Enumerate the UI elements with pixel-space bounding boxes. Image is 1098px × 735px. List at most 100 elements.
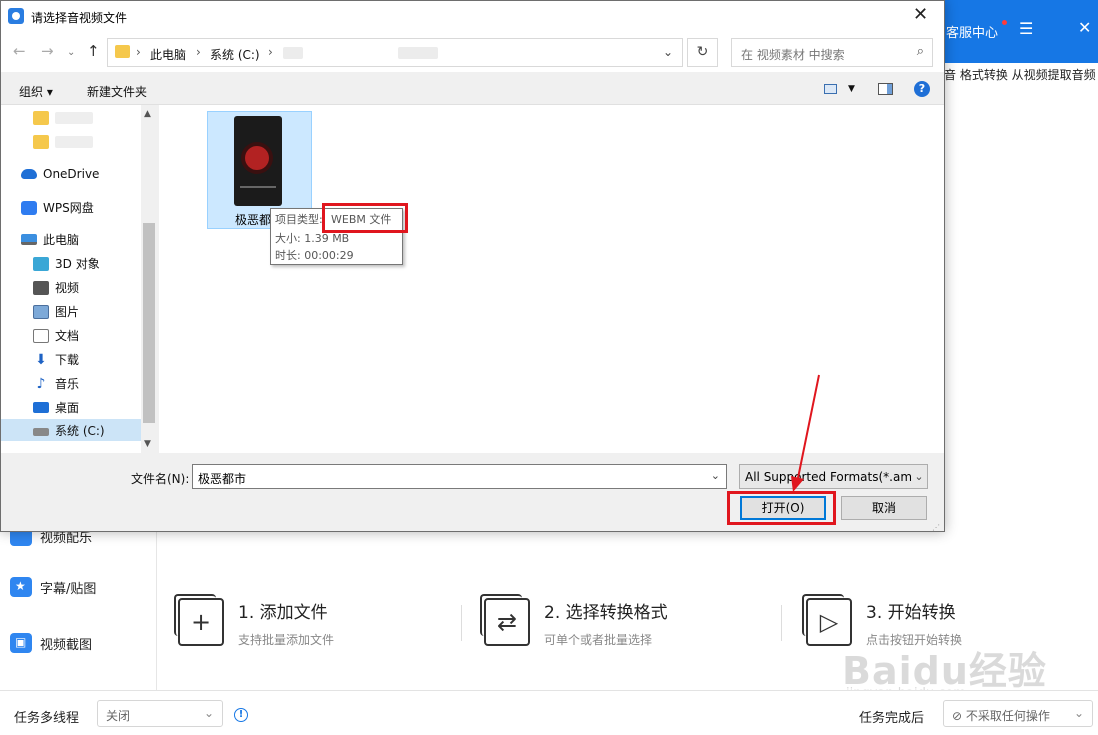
nav-item-downloads[interactable]: ⬇ 下载 — [33, 351, 79, 368]
sidebar-item-label: 视频截图 — [40, 637, 93, 653]
nav-pane-scrollbar[interactable]: ▲ ▼ — [141, 105, 157, 453]
scrollbar-thumb[interactable] — [143, 223, 155, 423]
forward-arrow-icon[interactable]: → — [41, 43, 54, 59]
filename-label: 文件名(N): — [131, 472, 190, 486]
blurred-breadcrumb — [283, 47, 303, 59]
this-pc-icon — [21, 234, 37, 245]
change-view-icon[interactable] — [824, 84, 837, 94]
nav-item-label: 文档 — [55, 329, 80, 343]
address-bar[interactable]: › 此电脑 › 系统 (C:) › ⌄ — [107, 38, 683, 67]
chevron-down-icon: ⌄ — [911, 465, 927, 488]
nav-item-drive-c[interactable]: 系统 (C:) — [1, 419, 141, 441]
up-arrow-icon[interactable]: ↑ — [87, 43, 100, 59]
dialog-title: 请选择音视频文件 — [31, 11, 128, 25]
search-placeholder: 在 视频素材 中搜索 — [741, 48, 845, 62]
address-dropdown-icon[interactable]: ⌄ — [663, 45, 673, 59]
nav-item-3d-objects[interactable]: 3D 对象 — [33, 255, 100, 272]
app-function-tabs[interactable]: 音 格式转换 从视频提取音频 — [944, 66, 1096, 83]
step-choose-format[interactable]: ⇄ 2. 选择转换格式 可单个或者批量选择 — [480, 594, 668, 648]
onedrive-icon — [21, 169, 37, 179]
highlight-box-open-button — [727, 491, 836, 525]
3d-objects-icon — [33, 256, 49, 271]
after-task-label: 任务完成后 — [859, 711, 925, 726]
step-title: 3. 开始转换 — [866, 603, 956, 623]
nav-item-label: 此电脑 — [43, 233, 80, 247]
dialog-toolbar: 组织 ▾ 新建文件夹 ▼ ? — [1, 72, 944, 105]
scroll-up-icon[interactable]: ▲ — [144, 109, 151, 119]
pictures-folder-icon — [33, 304, 49, 319]
dialog-nav-bar: ← → ⌄ ↑ › 此电脑 › 系统 (C:) › ⌄ ↻ 在 视频素材 中搜索… — [1, 32, 944, 72]
nav-item-music[interactable]: ♪ 音乐 — [33, 375, 79, 392]
recent-locations-icon[interactable]: ⌄ — [67, 45, 75, 61]
breadcrumb-separator-icon: › — [268, 45, 273, 59]
step-title: 2. 选择转换格式 — [544, 603, 668, 623]
no-action-icon: ⊘ — [952, 709, 966, 723]
nav-item-videos[interactable]: 视频 — [33, 279, 79, 296]
new-folder-button[interactable]: 新建文件夹 — [87, 83, 147, 100]
sidebar-item-screenshot[interactable]: 视频截图 — [10, 633, 92, 653]
info-icon[interactable]: ! — [234, 708, 248, 722]
nav-item-folder[interactable] — [33, 111, 93, 125]
cancel-button[interactable]: 取消 — [841, 496, 927, 520]
sidebar-item-subtitle[interactable]: 字幕/贴图 — [10, 577, 96, 597]
app-logo-icon — [8, 8, 24, 24]
file-type-value: All Supported Formats(*.amv — [745, 470, 920, 484]
refresh-icon: ↻ — [696, 44, 709, 60]
nav-item-label: WPS网盘 — [43, 201, 94, 215]
multithread-select[interactable]: 关闭 ⌄ — [97, 700, 223, 727]
folder-icon — [33, 135, 49, 149]
video-thumbnail — [234, 116, 282, 206]
nav-item-label: 音乐 — [55, 377, 80, 391]
star-icon — [10, 577, 32, 597]
file-list-pane: 极恶都市 — [159, 105, 944, 453]
preview-pane-icon[interactable] — [878, 83, 893, 95]
convert-icon: ⇄ — [480, 594, 530, 646]
blurred-folder-name — [55, 136, 93, 148]
back-arrow-icon[interactable]: ← — [13, 43, 26, 59]
screenshot-icon — [10, 633, 32, 653]
documents-folder-icon — [33, 328, 49, 343]
customer-service-link[interactable]: 客服中心 — [946, 22, 998, 41]
blurred-folder-name — [55, 112, 93, 124]
app-sidebar: 视频配乐 字幕/贴图 视频截图 — [0, 526, 157, 690]
app-close-icon[interactable]: ✕ — [1078, 20, 1091, 36]
folder-icon — [115, 45, 130, 58]
breadcrumb-this-pc[interactable]: 此电脑 — [150, 46, 186, 63]
help-icon[interactable]: ? — [914, 81, 930, 97]
thumbnail-graphic — [240, 186, 276, 188]
search-icon: ⌕ — [916, 44, 924, 59]
nav-item-desktop[interactable]: 桌面 — [33, 399, 79, 416]
after-task-select[interactable]: ⊘ 不采取任何操作 ⌄ — [943, 700, 1093, 727]
file-open-dialog: 请选择音视频文件 ✕ ← → ⌄ ↑ › 此电脑 › 系统 (C:) › ⌄ ↻… — [0, 0, 945, 532]
after-task-value: 不采取任何操作 — [965, 709, 1050, 723]
thumbnail-graphic — [245, 146, 269, 170]
step-add-file[interactable]: + 1. 添加文件 支持批量添加文件 — [174, 594, 335, 648]
sidebar-item-label: 字幕/贴图 — [40, 581, 97, 597]
nav-item-documents[interactable]: 文档 — [33, 327, 79, 344]
nav-item-label: 视频 — [55, 281, 80, 295]
nav-item-label: 系统 (C:) — [55, 423, 105, 438]
nav-item-this-pc[interactable]: 此电脑 — [21, 231, 79, 248]
step-desc: 支持批量添加文件 — [238, 633, 335, 647]
organize-button[interactable]: 组织 ▾ — [19, 83, 53, 100]
add-file-icon: + — [174, 594, 224, 646]
navigation-pane: OneDrive WPS网盘 此电脑 3D 对象 视频 图片 文档 ⬇ 下载 ♪ 音… — [1, 105, 157, 453]
dialog-close-icon[interactable]: ✕ — [913, 5, 928, 25]
file-type-select[interactable]: All Supported Formats(*.amv ⌄ — [739, 464, 928, 489]
breadcrumb-drive-c[interactable]: 系统 (C:) — [210, 46, 260, 63]
nav-item-onedrive[interactable]: OneDrive — [21, 167, 99, 181]
filename-input[interactable]: 极恶都市 ⌄ — [192, 464, 727, 489]
chevron-down-icon: ⌄ — [1073, 706, 1084, 720]
chevron-down-icon[interactable]: ⌄ — [711, 469, 720, 482]
nav-item-wps-cloud[interactable]: WPS网盘 — [21, 199, 94, 216]
view-options-chevron-icon[interactable]: ▼ — [848, 84, 855, 94]
nav-item-pictures[interactable]: 图片 — [33, 303, 79, 320]
nav-item-folder[interactable] — [33, 135, 93, 149]
resize-grip-icon[interactable]: ⋰ — [932, 523, 940, 532]
hamburger-menu-icon[interactable]: ☰ — [1019, 21, 1033, 37]
blurred-breadcrumb — [398, 47, 438, 59]
tooltip-duration: 时长: 00:00:29 — [275, 249, 354, 262]
search-input[interactable]: 在 视频素材 中搜索 ⌕ — [731, 38, 933, 67]
refresh-button[interactable]: ↻ — [687, 38, 718, 67]
scroll-down-icon[interactable]: ▼ — [144, 439, 151, 449]
